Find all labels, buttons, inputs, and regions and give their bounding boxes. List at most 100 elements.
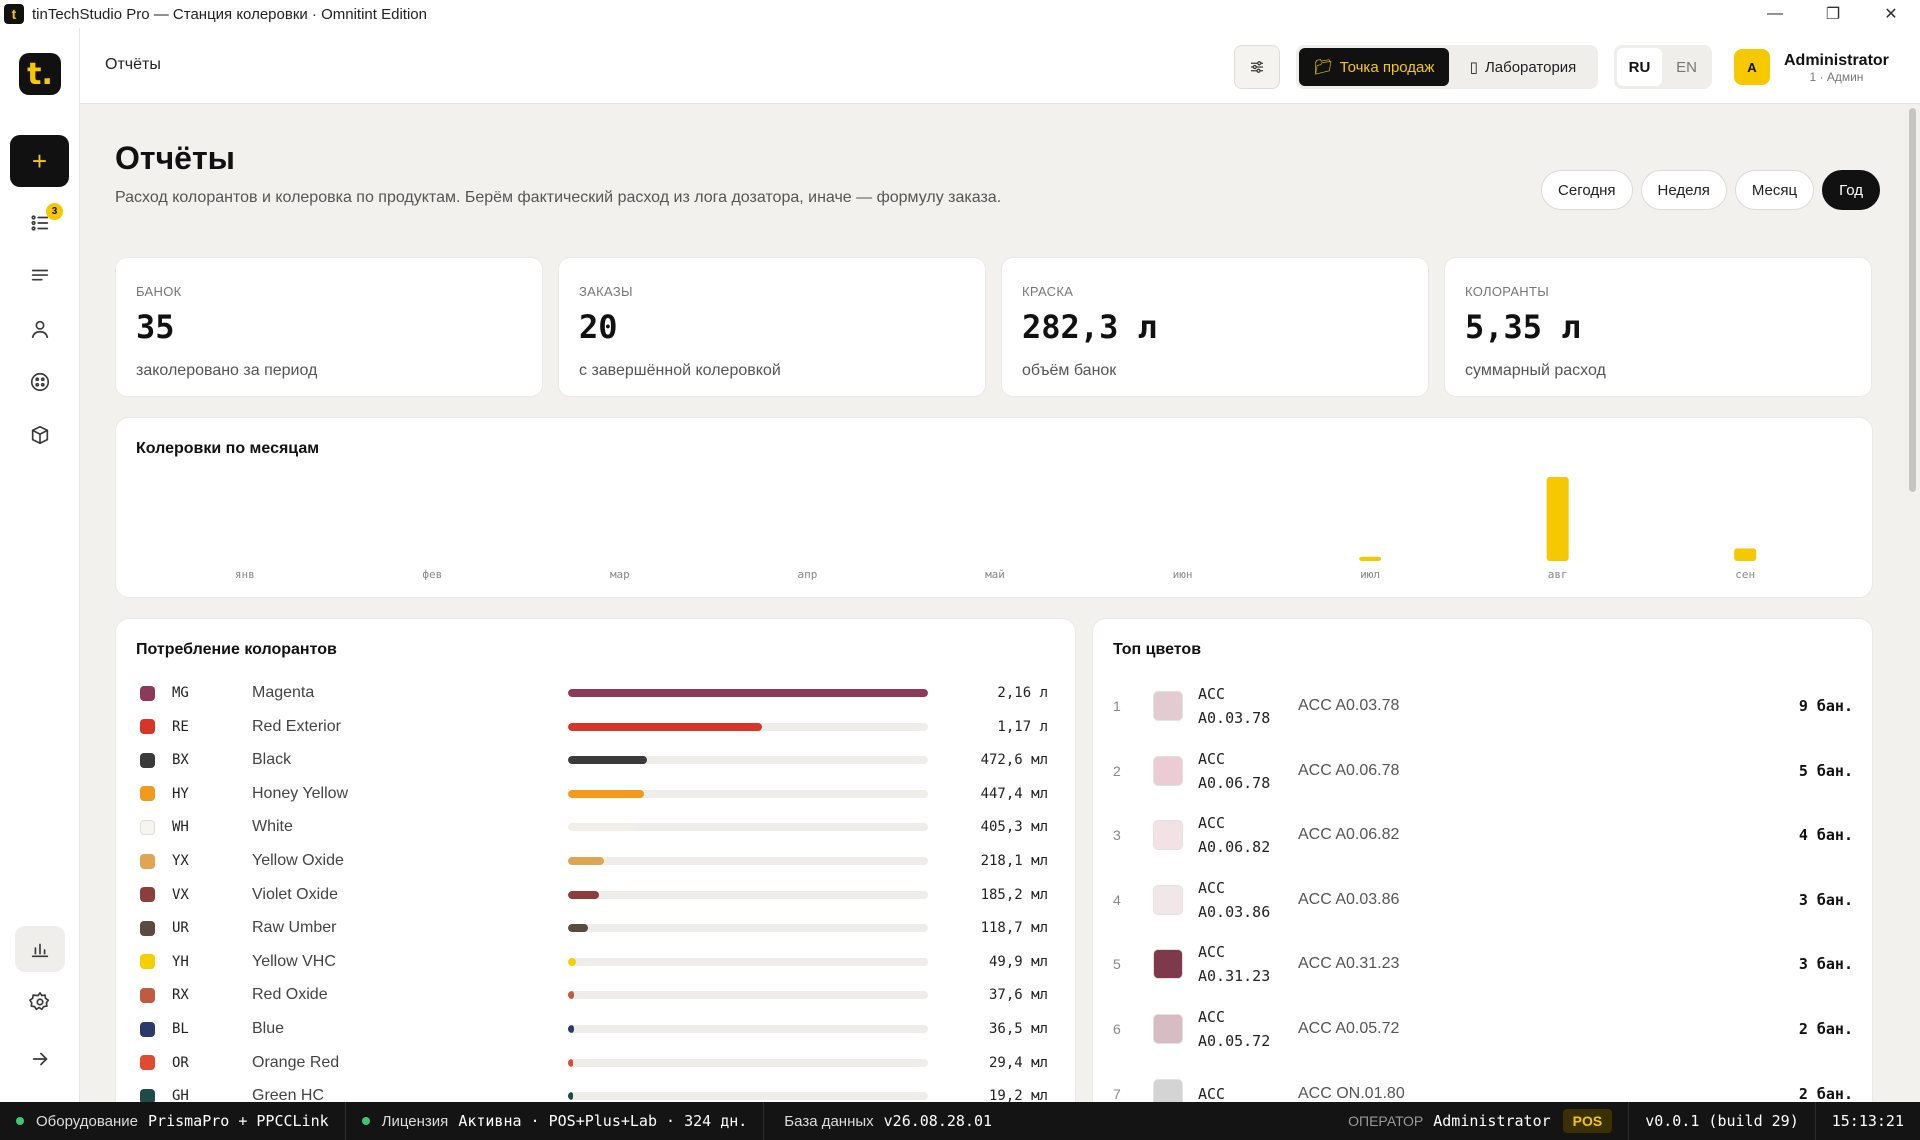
- top-color-row[interactable]: 6 ACC A0.05.72 ACC A0.05.72 2 бан.: [1113, 997, 1853, 1061]
- colorant-name: Blue: [252, 1020, 285, 1037]
- colorant-amount: 447,4 мл: [980, 785, 1048, 802]
- top-color-code-line2: A0.05.72: [1198, 1032, 1271, 1050]
- kpi-value: 5,35 л: [1465, 308, 1581, 346]
- chart-tick-label: апр: [798, 568, 818, 581]
- arrow-right-icon: [32, 1052, 48, 1066]
- top-color-name: ACC A0.06.82: [1298, 826, 1400, 844]
- gear-icon: [29, 992, 50, 1011]
- lang-en-button[interactable]: EN: [1664, 48, 1709, 86]
- top-color-row[interactable]: 3 ACC A0.06.82 ACC A0.06.82 4 бан.: [1113, 803, 1853, 867]
- user-role: 1 · Админ: [1809, 69, 1864, 84]
- topbar: Отчёты 📁︎ Точка продаж ▯ Лаборатория RU EN…: [80, 28, 1920, 104]
- colorant-name: Honey Yellow: [252, 784, 349, 802]
- monthly-chart-card: Колеровки по месяцам янв фев мар апр май июн и…: [115, 417, 1873, 598]
- close-button[interactable]: ✕: [1862, 0, 1920, 28]
- brand-logo[interactable]: t.: [19, 53, 61, 95]
- new-order-button[interactable]: +: [10, 135, 69, 187]
- window-titlebar: t tinTechStudio Pro — Станция колеровки …: [0, 0, 1920, 28]
- consumption-bar-fill: [568, 924, 588, 933]
- top-color-code: ACC: [1198, 1082, 1298, 1102]
- colorant-swatch: [140, 887, 155, 903]
- sidebar-item-products[interactable]: [15, 412, 65, 458]
- page-title: Отчёты: [115, 140, 235, 176]
- consumption-bar-track: [568, 991, 928, 1000]
- sidebar-item-logout[interactable]: [15, 1036, 65, 1082]
- colorant-amount: 49,9 мл: [988, 953, 1048, 970]
- sidebar-item-reports[interactable]: [15, 926, 65, 972]
- kpi-sub: с завершённой колеровкой: [579, 362, 781, 379]
- consumption-row: OR Orange Red 29,4 мл: [140, 1048, 1050, 1078]
- period-2-button[interactable]: Неделя: [1640, 170, 1727, 210]
- clock-value: 15:13:21: [1831, 1112, 1904, 1130]
- user-menu[interactable]: A Administrator 1 · Админ: [1734, 45, 1889, 89]
- sidebar-item-colors[interactable]: [15, 359, 65, 405]
- restore-button[interactable]: ❐: [1804, 0, 1862, 28]
- chart-bar-авг[interactable]: [1546, 477, 1569, 561]
- colorant-name: White: [252, 818, 293, 836]
- chart-tick-label: мар: [610, 568, 630, 581]
- period-1-button[interactable]: Сегодня: [1541, 170, 1633, 210]
- chart-tick-label: авг: [1548, 568, 1568, 581]
- filter-button[interactable]: [1234, 45, 1280, 89]
- top-color-row[interactable]: 7 ACC ACC ON.01.80 2 бан.: [1113, 1062, 1853, 1102]
- colorant-swatch: [140, 1088, 155, 1102]
- consumption-row: RE Red Exterior 1,17 л: [140, 712, 1050, 742]
- period-3-button[interactable]: Месяц: [1734, 170, 1815, 210]
- sidebar-item-queue[interactable]: 3: [15, 200, 65, 246]
- top-color-rank: 7: [1113, 1085, 1121, 1102]
- kpi-sub: заколеровано за период: [136, 362, 318, 379]
- scrollbar-thumb[interactable]: [1909, 108, 1916, 492]
- chart-bar-сен[interactable]: [1734, 548, 1757, 561]
- top-color-code: ACC A0.31.23: [1198, 940, 1298, 988]
- palette-icon: [30, 372, 50, 392]
- top-color-swatch: [1153, 1014, 1183, 1044]
- chart-bar-июл[interactable]: [1359, 556, 1382, 561]
- consumption-bar-track: [568, 924, 928, 933]
- sidebar-item-settings[interactable]: [15, 979, 65, 1025]
- folder-icon: 📁︎: [1313, 59, 1333, 76]
- sliders-icon: [1251, 61, 1263, 73]
- colorant-name: Raw Umber: [252, 919, 337, 937]
- top-color-row[interactable]: 4 ACC A0.03.86 ACC A0.03.86 3 бан.: [1113, 868, 1853, 932]
- sidebar-item-customers[interactable]: [15, 306, 65, 352]
- colorant-code: HY: [172, 785, 189, 802]
- license-value: Активна · POS+Plus+Lab · 324 дн.: [458, 1112, 748, 1130]
- app-logo: t: [4, 4, 24, 24]
- consumption-bar-track: [568, 1092, 928, 1101]
- top-color-rank: 6: [1113, 1021, 1121, 1037]
- consumption-bar-fill: [568, 890, 599, 899]
- top-color-name: ACC ON.01.80: [1298, 1084, 1405, 1102]
- colorant-swatch: [140, 719, 155, 735]
- equipment-label: Оборудование: [36, 1112, 139, 1130]
- top-color-code: ACC A0.06.82: [1198, 811, 1298, 859]
- kpi-sub: объём банок: [1022, 362, 1117, 379]
- kpi-label: КРАСКА: [1022, 284, 1074, 299]
- consumption-row: HY Honey Yellow 447,4 мл: [140, 779, 1050, 809]
- chart-tick-label: фев: [422, 568, 442, 581]
- lang-ru-button[interactable]: RU: [1617, 48, 1662, 86]
- top-color-row[interactable]: 2 ACC A0.06.78 ACC A0.06.78 5 бан.: [1113, 739, 1853, 803]
- colorant-amount: 2,16 л: [997, 685, 1048, 701]
- consumption-bar-fill: [568, 823, 637, 832]
- main-scrollbar[interactable]: [1906, 104, 1920, 1102]
- mode-pos-button[interactable]: 📁︎ Точка продаж: [1299, 48, 1449, 86]
- colorant-name: Green HC: [252, 1087, 325, 1102]
- monthly-bar-chart: янв фев мар апр май июн июл авг сен: [235, 477, 1757, 581]
- top-color-count: 3 бан.: [1798, 955, 1853, 974]
- colorant-amount: 185,2 мл: [980, 886, 1048, 903]
- minimize-button[interactable]: —: [1746, 0, 1804, 28]
- mode-lab-button[interactable]: ▯ Лаборатория: [1451, 48, 1595, 86]
- colorant-amount: 472,6 мл: [980, 752, 1048, 769]
- consumption-bar-track: [568, 722, 928, 731]
- sidebar-item-orders[interactable]: [15, 253, 65, 299]
- period-4-button[interactable]: Год: [1822, 170, 1880, 210]
- colorant-name: Red Exterior: [252, 717, 341, 735]
- top-color-row[interactable]: 1 ACC A0.03.78 ACC A0.03.78 9 бан.: [1113, 674, 1853, 738]
- top-color-row[interactable]: 5 ACC A0.31.23 ACC A0.31.23 3 бан.: [1113, 932, 1853, 996]
- colorant-swatch: [140, 786, 155, 802]
- consumption-bar-fill: [568, 991, 575, 1000]
- top-color-code: ACC A0.05.72: [1198, 1005, 1298, 1053]
- version-value: v0.0.1 (build 29): [1645, 1112, 1799, 1130]
- colorant-code: MG: [172, 685, 189, 701]
- top-color-name: ACC A0.03.86: [1298, 890, 1400, 908]
